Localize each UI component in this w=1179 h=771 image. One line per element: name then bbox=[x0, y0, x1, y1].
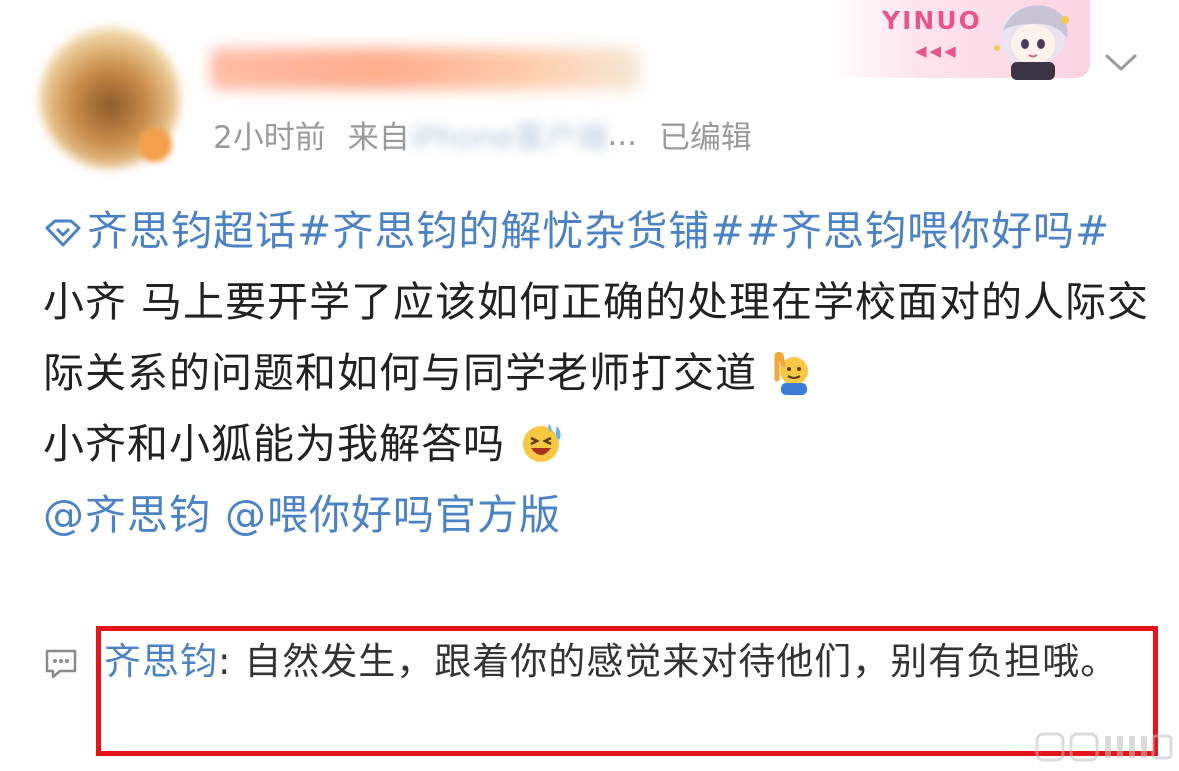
character-sticker-icon bbox=[994, 5, 1069, 80]
decoration-arrows: ◀◀◀ bbox=[915, 42, 959, 60]
comment-bubble-icon[interactable] bbox=[44, 648, 78, 680]
comment-separator: : bbox=[218, 640, 245, 683]
post-meta: 2小时前 来自 iPhone客户端 ... 已编辑 bbox=[213, 112, 752, 157]
post-content: 齐思钧超话#齐思钧的解忧杂货铺##齐思钧喂你好吗# 小齐 马上要开学了应该如何正… bbox=[43, 196, 1153, 551]
topic-links[interactable]: 齐思钧超话#齐思钧的解忧杂货铺##齐思钧喂你好吗# bbox=[87, 207, 1110, 255]
watermark-logo bbox=[1035, 732, 1173, 762]
avatar-badge bbox=[138, 128, 172, 162]
body-text-1: 小齐 马上要开学了应该如何正确的处理在学校面对的人际交际关系的问题和如何与同学老… bbox=[43, 267, 1153, 409]
body-text-2: 小齐和小狐能为我解答吗 bbox=[43, 409, 1153, 480]
body-line-1: 小齐 马上要开学了应该如何正确的处理在学校面对的人际交际关系的问题和如何与同学老… bbox=[43, 278, 1150, 397]
featured-comment[interactable]: 齐思钧: 自然发生，跟着你的感觉来对待他们，别有负担哦。 bbox=[104, 632, 1144, 692]
laughing-tears-emoji-icon bbox=[523, 424, 561, 462]
chevron-down-icon[interactable] bbox=[1103, 50, 1139, 74]
edited-label: 已编辑 bbox=[658, 120, 752, 156]
topic-line: 齐思钧超话#齐思钧的解忧杂货铺##齐思钧喂你好吗# bbox=[43, 196, 1153, 267]
decoration-text: YINUO bbox=[882, 6, 982, 35]
username-blurred[interactable] bbox=[210, 48, 640, 90]
raising-hand-emoji-icon bbox=[774, 351, 809, 395]
post-source: iPhone客户端 bbox=[409, 120, 608, 156]
post-time: 2小时前 bbox=[213, 120, 326, 156]
comment-text: 自然发生，跟着你的感觉来对待他们，别有负担哦。 bbox=[244, 640, 1119, 683]
mention-link-2[interactable]: @喂你好吗官方版 bbox=[225, 491, 561, 539]
mentions-line: @齐思钧 @喂你好吗官方版 bbox=[43, 480, 1153, 551]
post-source-ellipsis: ... bbox=[607, 116, 637, 153]
body-line-2: 小齐和小狐能为我解答吗 bbox=[43, 420, 505, 468]
diamond-icon bbox=[45, 219, 81, 247]
post-from-label: 来自 bbox=[347, 120, 410, 156]
comment-author[interactable]: 齐思钧 bbox=[104, 640, 218, 683]
mention-link-1[interactable]: @齐思钧 bbox=[43, 491, 211, 539]
